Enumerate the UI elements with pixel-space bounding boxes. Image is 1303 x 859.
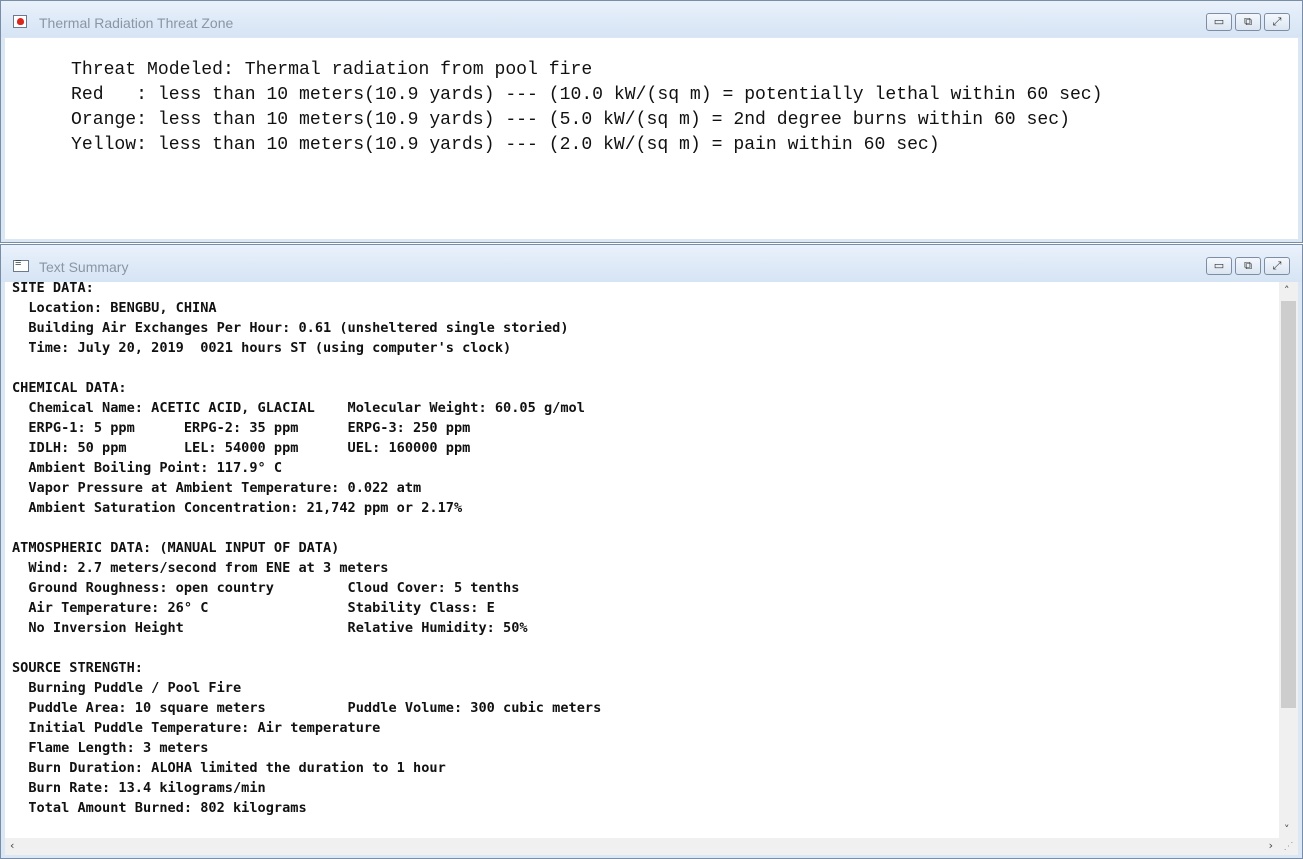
fire-app-icon	[13, 15, 27, 28]
thermal-radiation-window: Thermal Radiation Threat Zone ▭ ⧉ ⤢ Thre…	[0, 0, 1303, 243]
threat-text: Threat Modeled: Thermal radiation from p…	[71, 58, 1103, 158]
red-zone-line: Red : less than 10 meters(10.9 yards) --…	[71, 85, 1103, 105]
text-summary-icon	[13, 257, 29, 272]
title-bar[interactable]: Thermal Radiation Threat Zone ▭ ⧉ ⤢	[1, 1, 1302, 37]
horizontal-scrollbar[interactable]: ‹ ›	[5, 838, 1279, 855]
threat-modeled-line: Threat Modeled: Thermal radiation from p…	[71, 60, 593, 80]
scroll-left-icon[interactable]: ‹	[10, 839, 14, 852]
summary-text: SITE DATA: Location: BENGBU, CHINA Build…	[12, 280, 602, 816]
text-summary-window: Text Summary ▭ ⧉ ⤢ ˄ ˅ ‹ › ⋰ SITE DATA: …	[0, 244, 1303, 859]
orange-zone-line: Orange: less than 10 meters(10.9 yards) …	[71, 110, 1070, 130]
scroll-up-icon[interactable]: ˄	[1284, 284, 1290, 297]
window-title: Thermal Radiation Threat Zone	[39, 15, 234, 31]
resize-grip-icon[interactable]: ⋰	[1279, 838, 1298, 855]
close-button[interactable]: ⤢	[1264, 257, 1290, 275]
maximize-button[interactable]: ⧉	[1235, 257, 1261, 275]
minimize-button[interactable]: ▭	[1206, 257, 1232, 275]
title-bar[interactable]: Text Summary ▭ ⧉ ⤢	[1, 245, 1302, 282]
yellow-zone-line: Yellow: less than 10 meters(10.9 yards) …	[71, 135, 940, 155]
scroll-right-icon[interactable]: ›	[1269, 839, 1273, 852]
minimize-button[interactable]: ▭	[1206, 13, 1232, 31]
scroll-down-icon[interactable]: ˅	[1284, 823, 1290, 836]
maximize-button[interactable]: ⧉	[1235, 13, 1261, 31]
scroll-thumb[interactable]	[1281, 301, 1296, 708]
close-button[interactable]: ⤢	[1264, 13, 1290, 31]
vertical-scrollbar[interactable]: ˄ ˅	[1279, 282, 1298, 838]
window-title: Text Summary	[39, 259, 129, 275]
